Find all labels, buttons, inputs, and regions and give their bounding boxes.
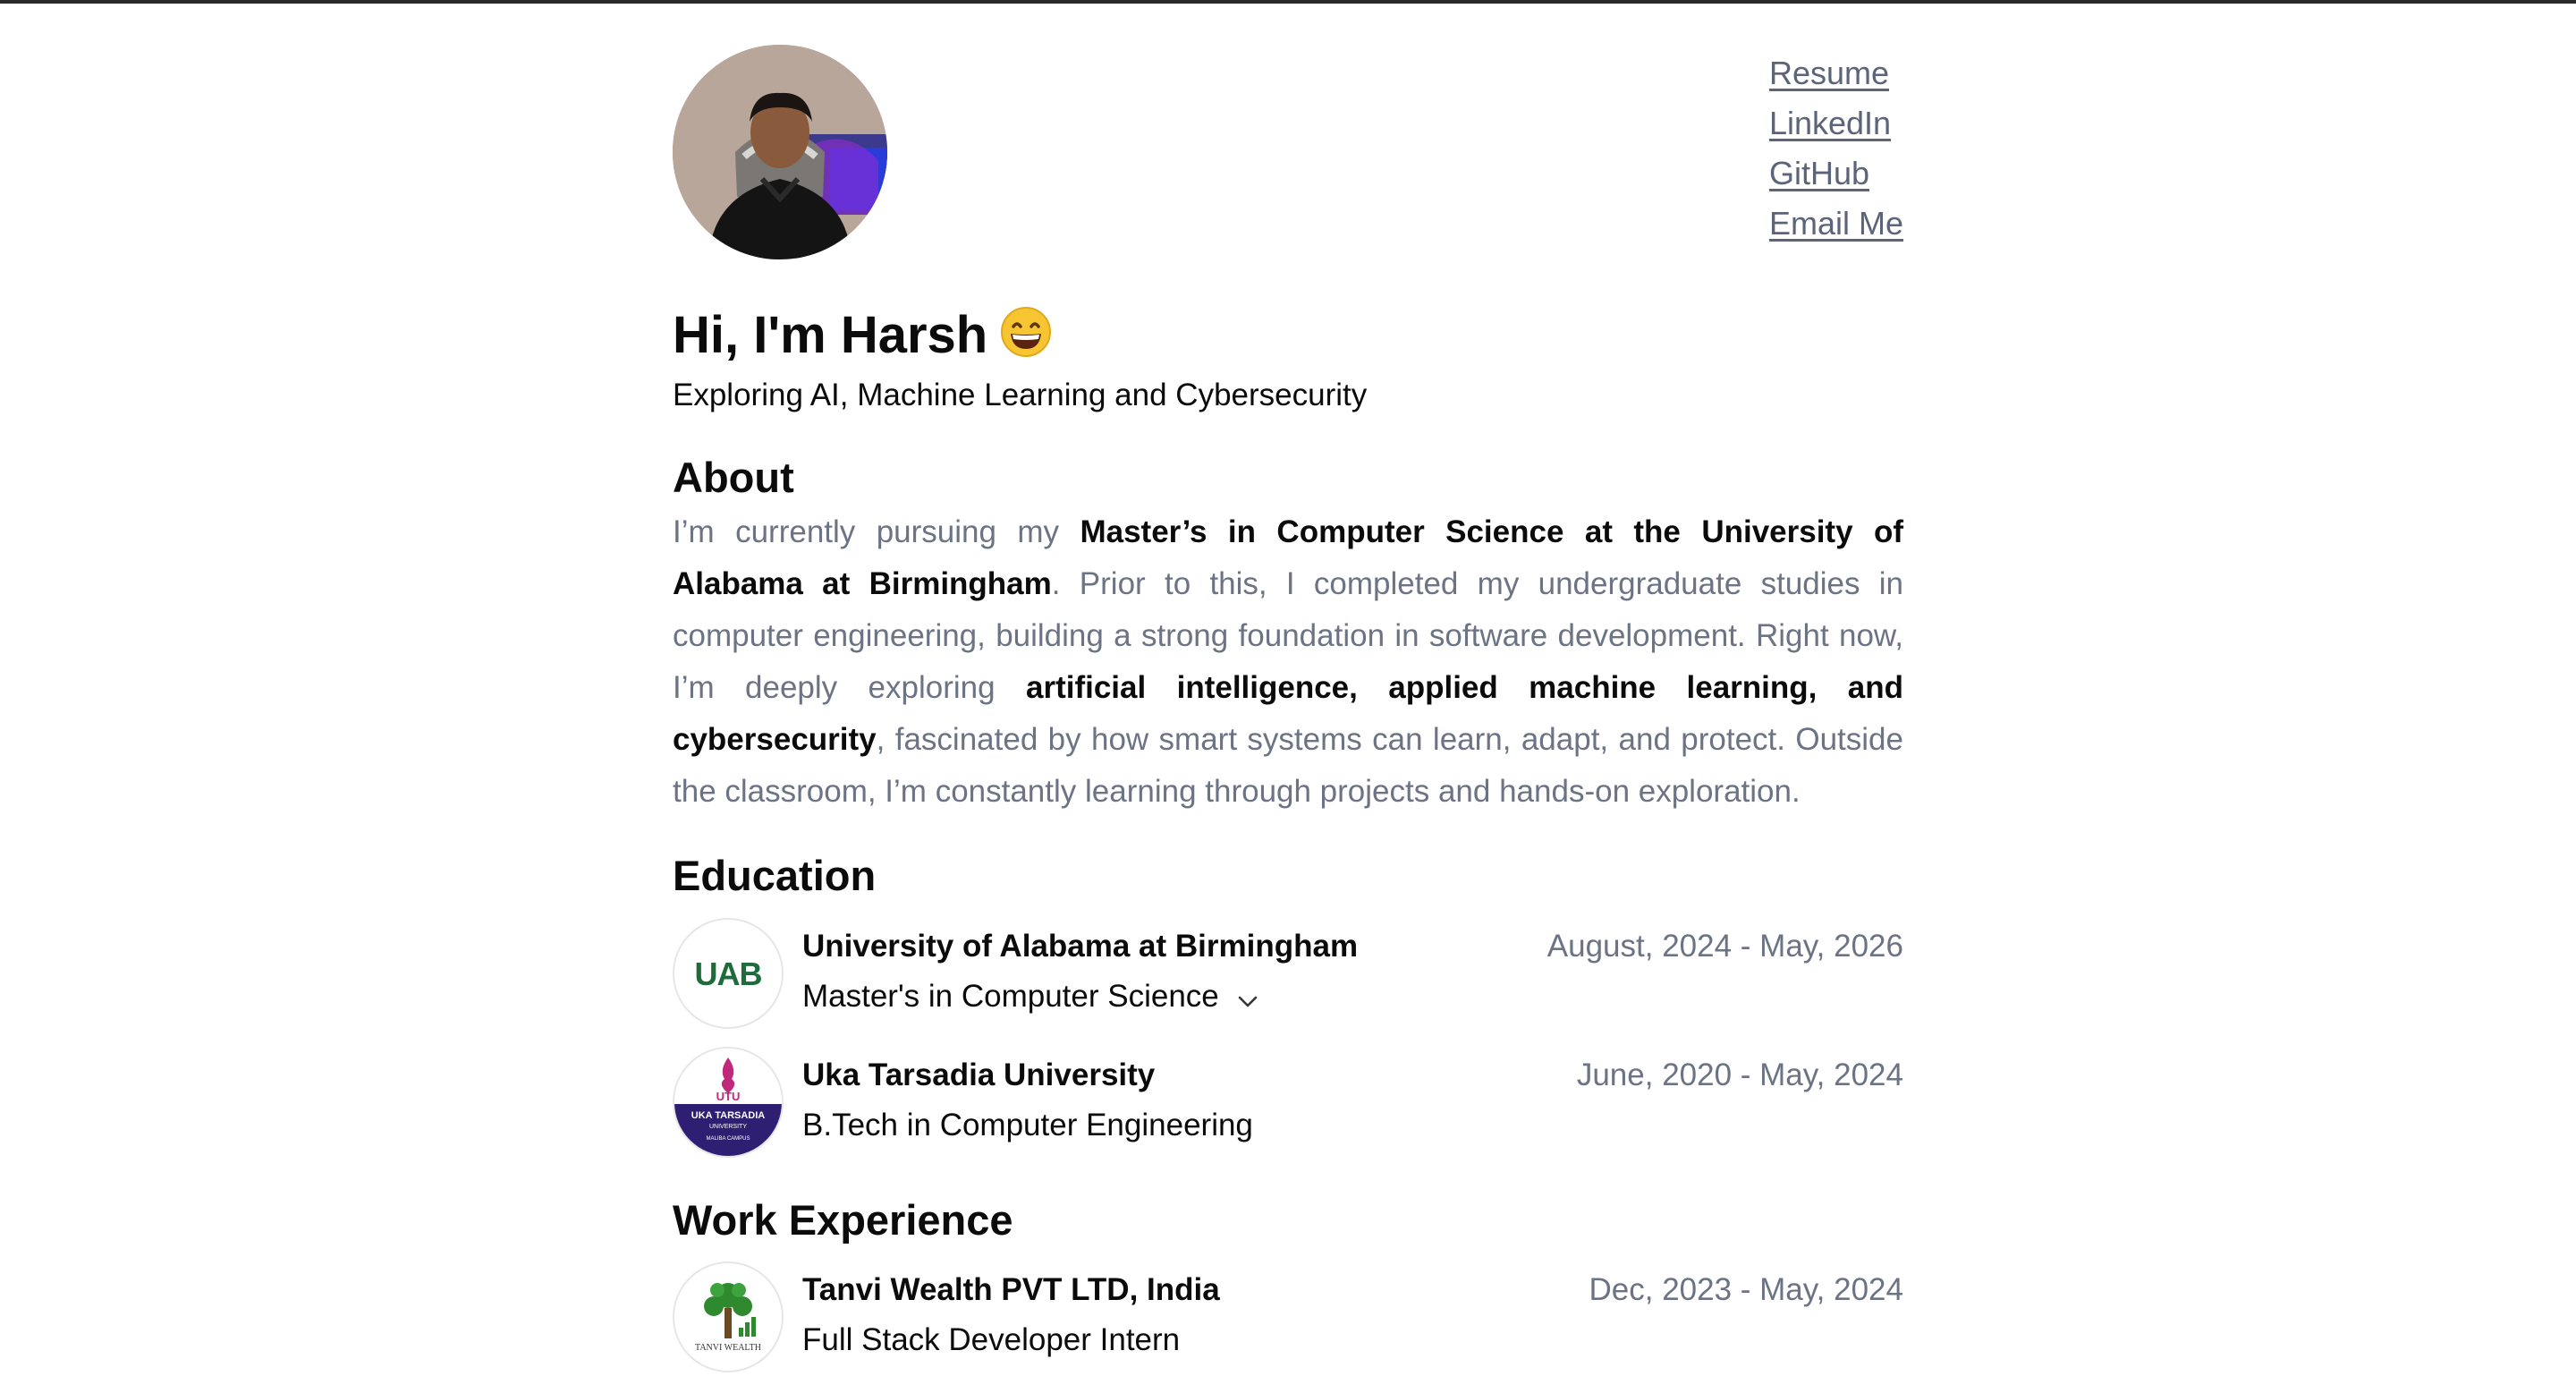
profile-avatar — [673, 45, 887, 259]
education-item: UAB University of Alabama at Birmingham … — [673, 918, 1903, 1032]
hero-title: Hi, I'm Harsh — [673, 304, 1052, 367]
education-degree-row: B.Tech in Computer Engineering — [802, 1106, 1253, 1145]
uab-logo: UAB — [673, 918, 784, 1029]
profile-photo — [673, 45, 887, 259]
hero-subtitle: Exploring AI, Machine Learning and Cyber… — [673, 378, 1368, 412]
work-dates: Dec, 2023 - May, 2024 — [1589, 1272, 1904, 1307]
education-item: UTU UKA TARSADIA UNIVERSITY MALIBA CAMPU… — [673, 1047, 1903, 1161]
work-item: TANVI WEALTH Tanvi Wealth PVT LTD, India… — [673, 1261, 1903, 1376]
education-org: University of Alabama at Birmingham — [802, 929, 1359, 964]
education-dates: June, 2020 - May, 2024 — [1576, 1057, 1903, 1092]
about-paragraph: I’m currently pursuing my Master’s in Co… — [673, 506, 1903, 818]
about-text-1: I’m currently pursuing my — [673, 514, 1080, 549]
utu-logo-campus: MALIBA CAMPUS — [706, 1136, 750, 1142]
work-org: Tanvi Wealth PVT LTD, India — [802, 1272, 1220, 1307]
education-degree: Master's in Computer Science — [802, 979, 1219, 1014]
work-role-row: Full Stack Developer Intern — [802, 1321, 1180, 1360]
page-content: Resume LinkedIn GitHub Email Me Hi, I'm … — [673, 0, 1903, 1376]
utu-logo-abbr: UTU — [716, 1090, 741, 1103]
linkedin-link[interactable]: LinkedIn — [1769, 104, 1891, 142]
education-degree: B.Tech in Computer Engineering — [802, 1108, 1253, 1142]
education-org: Uka Tarsadia University — [802, 1057, 1156, 1092]
grinning-face-emoji-icon — [1000, 306, 1052, 358]
education-degree-row: Master's in Computer Science — [802, 977, 1260, 1016]
github-link[interactable]: GitHub — [1769, 154, 1869, 192]
utu-logo: UTU UKA TARSADIA UNIVERSITY MALIBA CAMPU… — [673, 1047, 784, 1158]
email-link[interactable]: Email Me — [1769, 204, 1903, 242]
tanvi-wealth-logo: TANVI WEALTH — [673, 1261, 784, 1372]
utu-logo-name: UKA TARSADIA — [691, 1110, 766, 1121]
about-heading: About — [673, 454, 794, 501]
uab-logo-text: UAB — [695, 956, 762, 992]
education-heading: Education — [673, 852, 877, 899]
chevron-down-icon[interactable] — [1235, 984, 1260, 1009]
work-heading: Work Experience — [673, 1196, 1013, 1244]
education-dates: August, 2024 - May, 2026 — [1546, 929, 1903, 964]
tanvi-logo-text: TANVI WEALTH — [695, 1343, 761, 1353]
resume-link[interactable]: Resume — [1769, 54, 1889, 92]
nav-links: Resume LinkedIn GitHub Email Me — [1769, 54, 1903, 242]
greeting-text: Hi, I'm Harsh — [673, 306, 988, 364]
work-role: Full Stack Developer Intern — [802, 1322, 1181, 1357]
utu-logo-university: UNIVERSITY — [709, 1124, 747, 1130]
